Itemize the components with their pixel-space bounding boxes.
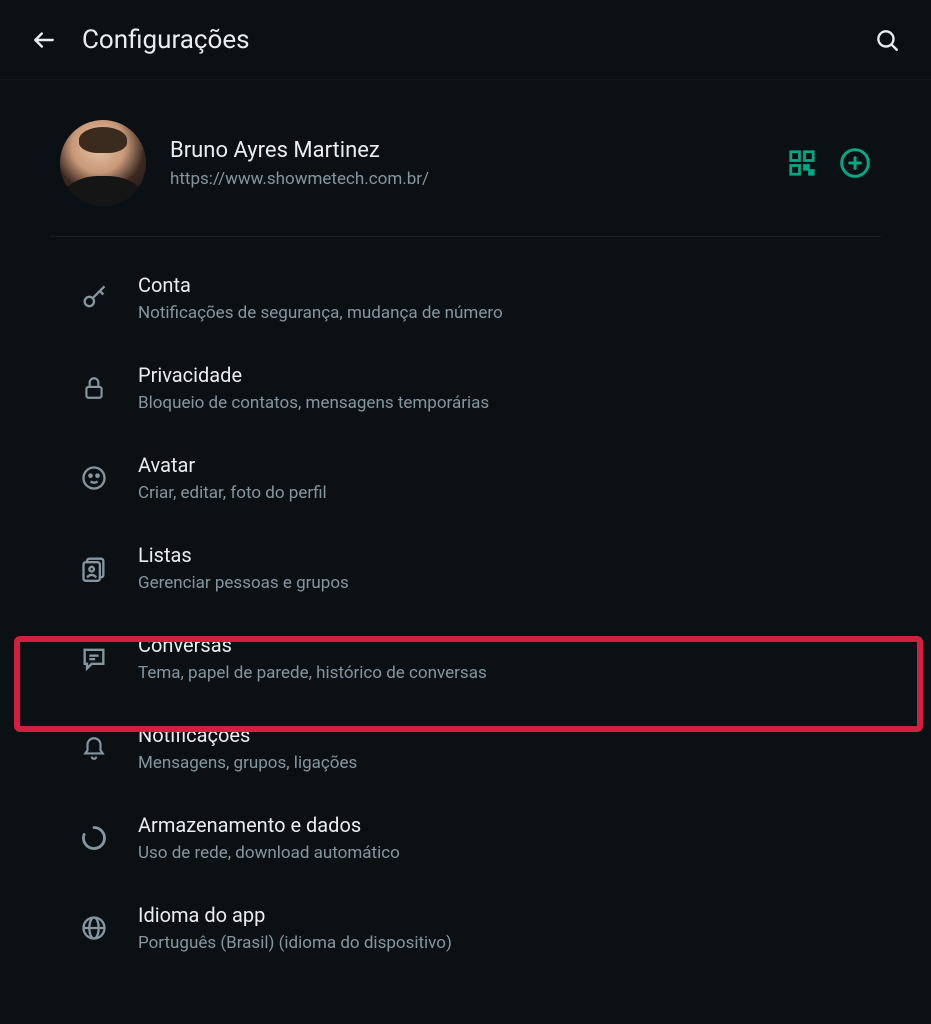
globe-icon <box>74 908 114 948</box>
menu-item-subtitle: Notificações de segurança, mudança de nú… <box>138 303 503 323</box>
arrow-left-icon <box>31 27 57 53</box>
avatar <box>60 120 146 206</box>
profile-subtitle: https://www.showmetech.com.br/ <box>170 169 787 189</box>
chat-icon <box>74 638 114 678</box>
menu-item-title: Conta <box>138 273 503 297</box>
key-icon <box>74 278 114 318</box>
profile-row[interactable]: Bruno Ayres Martinez https://www.showmet… <box>0 80 931 236</box>
back-button[interactable] <box>24 20 64 60</box>
lock-icon <box>74 368 114 408</box>
data-usage-icon <box>74 818 114 858</box>
menu-item-title: Idioma do app <box>138 903 452 927</box>
menu-item-title: Armazenamento e dados <box>138 813 400 837</box>
menu-item-subtitle: Português (Brasil) (idioma do dispositiv… <box>138 933 452 953</box>
menu-item-language[interactable]: Idioma do app Português (Brasil) (idioma… <box>0 883 931 973</box>
divider <box>50 236 881 237</box>
menu-item-title: Conversas <box>138 633 487 657</box>
menu-item-storage[interactable]: Armazenamento e dados Uso de rede, downl… <box>0 793 931 883</box>
face-icon <box>74 458 114 498</box>
add-button[interactable] <box>839 147 871 179</box>
profile-actions <box>787 147 871 179</box>
menu-item-chats[interactable]: Conversas Tema, papel de parede, históri… <box>0 613 931 703</box>
menu-item-title: Avatar <box>138 453 327 477</box>
menu-item-subtitle: Bloqueio de contatos, mensagens temporár… <box>138 393 489 413</box>
menu-item-avatar[interactable]: Avatar Criar, editar, foto do perfil <box>0 433 931 523</box>
menu-item-lists[interactable]: Listas Gerenciar pessoas e grupos <box>0 523 931 613</box>
qr-code-icon <box>787 148 817 178</box>
plus-circle-icon <box>839 147 871 179</box>
menu-item-subtitle: Mensagens, grupos, ligações <box>138 753 357 773</box>
bell-icon <box>74 728 114 768</box>
menu-item-subtitle: Uso de rede, download automático <box>138 843 400 863</box>
menu-item-subtitle: Tema, papel de parede, histórico de conv… <box>138 663 487 683</box>
contacts-icon <box>74 548 114 588</box>
profile-name: Bruno Ayres Martinez <box>170 138 787 163</box>
menu-item-subtitle: Gerenciar pessoas e grupos <box>138 573 349 593</box>
search-icon <box>874 27 900 53</box>
page-title: Configurações <box>82 25 867 55</box>
menu-item-subtitle: Criar, editar, foto do perfil <box>138 483 327 503</box>
qr-code-button[interactable] <box>787 148 817 178</box>
profile-text: Bruno Ayres Martinez https://www.showmet… <box>170 138 787 189</box>
menu-item-title: Listas <box>138 543 349 567</box>
app-header: Configurações <box>0 0 931 80</box>
menu-item-notifications[interactable]: Notificações Mensagens, grupos, ligações <box>0 703 931 793</box>
search-button[interactable] <box>867 20 907 60</box>
menu-item-title: Privacidade <box>138 363 489 387</box>
menu-item-privacy[interactable]: Privacidade Bloqueio de contatos, mensag… <box>0 343 931 433</box>
settings-menu: Conta Notificações de segurança, mudança… <box>0 247 931 979</box>
menu-item-title: Notificações <box>138 723 357 747</box>
menu-item-account[interactable]: Conta Notificações de segurança, mudança… <box>0 253 931 343</box>
